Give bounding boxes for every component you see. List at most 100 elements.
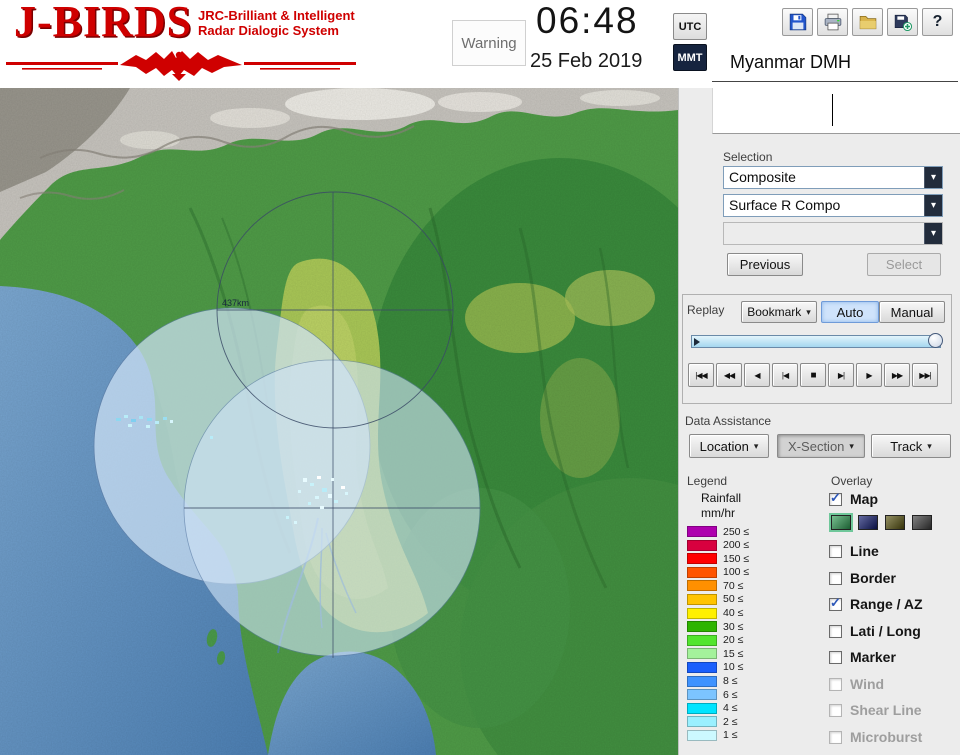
overlay-item-lati-long[interactable]: Lati / Long bbox=[829, 622, 921, 640]
auto-button[interactable]: Auto bbox=[821, 301, 879, 323]
checkbox[interactable] bbox=[829, 704, 842, 717]
checkbox[interactable] bbox=[829, 651, 842, 664]
select-button[interactable]: Select bbox=[867, 253, 941, 276]
legend-row: 20 ≤ bbox=[687, 635, 749, 646]
checkbox[interactable] bbox=[829, 731, 842, 744]
step-back-button[interactable]: |◀ bbox=[772, 363, 798, 387]
header: J-BIRDS JRC-Brilliant & Intelligent Rada… bbox=[0, 0, 960, 89]
radar-map-canvas[interactable]: 437km bbox=[0, 88, 678, 755]
overlay-item-shear-line[interactable]: Shear Line bbox=[829, 701, 922, 719]
overlay-item-map[interactable]: Map bbox=[829, 490, 878, 508]
previous-button[interactable]: Previous bbox=[727, 253, 803, 276]
legend-label: Legend bbox=[687, 474, 727, 488]
save-new-button[interactable] bbox=[887, 8, 918, 36]
chevron-down-icon: ▾ bbox=[754, 441, 759, 452]
map-scheme-swatch[interactable] bbox=[831, 515, 851, 530]
checkbox[interactable] bbox=[829, 545, 842, 558]
playback-controls: |◀◀ ◀◀ ◀ |◀ ■ ▶| ▶ ▶▶ ▶▶| bbox=[688, 363, 938, 387]
overlay-item-microburst[interactable]: Microburst bbox=[829, 728, 922, 746]
legend-color-swatch bbox=[687, 648, 717, 659]
warning-label: Warning bbox=[461, 35, 516, 52]
chevron-down-icon: ▾ bbox=[927, 441, 932, 452]
overlay-item-line[interactable]: Line bbox=[829, 542, 879, 560]
overlay-item-border[interactable]: Border bbox=[829, 569, 896, 587]
logo-subtitle-line2: Radar Dialogic System bbox=[198, 23, 355, 38]
overlay-item-range-az[interactable]: Range / AZ bbox=[829, 595, 923, 613]
replay-group: Replay Bookmark ▾ Auto Manual |◀◀ ◀◀ ◀ |… bbox=[682, 294, 952, 404]
logo-title: J-BIRDS bbox=[14, 0, 192, 47]
legend-row: 6 ≤ bbox=[687, 689, 749, 700]
bookmark-button[interactable]: Bookmark ▾ bbox=[741, 301, 817, 323]
legend-color-swatch bbox=[687, 676, 717, 687]
legend-color-swatch bbox=[687, 608, 717, 619]
timeline-slider-handle[interactable] bbox=[928, 333, 943, 348]
third-dropdown[interactable]: ▾ bbox=[723, 222, 943, 245]
play-button[interactable]: ▶ bbox=[856, 363, 882, 387]
legend-title-units: mm/hr bbox=[701, 506, 735, 520]
surface-dropdown[interactable]: Surface R Compo ▾ bbox=[723, 194, 943, 217]
fast-forward-button[interactable]: ▶▶ bbox=[884, 363, 910, 387]
jump-to-start-button[interactable]: |◀◀ bbox=[688, 363, 714, 387]
radar-map[interactable]: 437km bbox=[0, 88, 678, 755]
legend-title-rainfall: Rainfall bbox=[701, 491, 741, 505]
map-scheme-swatch[interactable] bbox=[912, 515, 932, 530]
checkbox[interactable] bbox=[829, 625, 842, 638]
print-button[interactable] bbox=[817, 8, 848, 36]
chevron-down-icon[interactable]: ▾ bbox=[924, 167, 942, 188]
checkbox[interactable] bbox=[829, 678, 842, 691]
rewind-button[interactable]: ◀◀ bbox=[716, 363, 742, 387]
selection-label: Selection bbox=[723, 150, 772, 164]
printer-icon bbox=[824, 13, 842, 31]
composite-dropdown[interactable]: Composite ▾ bbox=[723, 166, 943, 189]
legend-color-swatch bbox=[687, 703, 717, 714]
legend-color-swatch bbox=[687, 635, 717, 646]
open-folder-button[interactable] bbox=[852, 8, 883, 36]
logo-subtitle-line1: JRC-Brilliant & Intelligent bbox=[198, 8, 355, 23]
play-reverse-button[interactable]: ◀ bbox=[744, 363, 770, 387]
utc-button[interactable]: UTC bbox=[673, 13, 707, 40]
manual-button[interactable]: Manual bbox=[879, 301, 945, 323]
legend-row: 1 ≤ bbox=[687, 730, 749, 741]
warning-button[interactable]: Warning bbox=[452, 20, 526, 66]
legend-color-swatch bbox=[687, 594, 717, 605]
location-button[interactable]: Location ▾ bbox=[689, 434, 769, 458]
stop-button[interactable]: ■ bbox=[800, 363, 826, 387]
rainfall-legend-scale: 250 ≤ 200 ≤ 150 ≤ 100 ≤ 70 ≤ 50 ≤ 40 ≤ 3… bbox=[687, 526, 749, 744]
timeline-start-marker bbox=[694, 338, 700, 346]
legend-color-swatch bbox=[687, 621, 717, 632]
help-button[interactable]: ? bbox=[922, 8, 953, 36]
mmt-button[interactable]: MMT bbox=[673, 44, 707, 71]
legend-row: 8 ≤ bbox=[687, 676, 749, 687]
jump-to-end-button[interactable]: ▶▶| bbox=[912, 363, 938, 387]
step-forward-button[interactable]: ▶| bbox=[828, 363, 854, 387]
checkbox[interactable] bbox=[829, 572, 842, 585]
logo-subtitle: JRC-Brilliant & Intelligent Radar Dialog… bbox=[198, 8, 355, 38]
legend-color-swatch bbox=[687, 567, 717, 578]
legend-color-swatch bbox=[687, 730, 717, 741]
map-scheme-swatch[interactable] bbox=[885, 515, 905, 530]
text-caret bbox=[832, 94, 833, 126]
map-scheme-swatch[interactable] bbox=[858, 515, 878, 530]
overlay-item-marker[interactable]: Marker bbox=[829, 648, 896, 666]
track-button[interactable]: Track ▾ bbox=[871, 434, 951, 458]
range-ring-label: 437km bbox=[222, 298, 249, 308]
legend-color-swatch bbox=[687, 689, 717, 700]
replay-timeline-slider[interactable] bbox=[691, 335, 941, 348]
legend-row: 15 ≤ bbox=[687, 648, 749, 659]
chevron-down-icon[interactable]: ▾ bbox=[924, 195, 942, 216]
jbirds-app: J-BIRDS JRC-Brilliant & Intelligent Rada… bbox=[0, 0, 960, 755]
legend-color-swatch bbox=[687, 716, 717, 727]
eagle-logo-icon bbox=[6, 50, 356, 82]
station-text-input[interactable] bbox=[712, 88, 960, 134]
checkbox[interactable] bbox=[829, 598, 842, 611]
chevron-down-icon[interactable]: ▾ bbox=[924, 223, 942, 244]
legend-row: 250 ≤ bbox=[687, 526, 749, 537]
overlay-item-wind[interactable]: Wind bbox=[829, 675, 884, 693]
save-icon bbox=[789, 13, 807, 31]
save-button[interactable] bbox=[782, 8, 813, 36]
checkbox[interactable] bbox=[829, 493, 842, 506]
legend-row: 200 ≤ bbox=[687, 540, 749, 551]
surface-dropdown-value: Surface R Compo bbox=[729, 195, 840, 216]
x-section-button[interactable]: X-Section ▾ bbox=[777, 434, 865, 458]
legend-row: 10 ≤ bbox=[687, 662, 749, 673]
